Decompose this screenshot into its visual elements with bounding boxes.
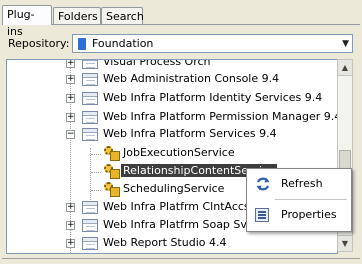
tree-item-job-execution-service[interactable]: JobExecutionService <box>7 145 337 162</box>
service-icon <box>103 181 120 197</box>
tree-item-web-infra-platform-services[interactable]: − Web Infra Platform Services 9.4 <box>7 126 337 143</box>
tree-item-visual-process-orch[interactable]: + Visual Process Orch <box>7 59 337 71</box>
menu-item-refresh[interactable]: Refresh <box>247 171 349 197</box>
tab-folders[interactable]: Folders <box>53 7 101 24</box>
tree-item-label: Web Infra Platform Services 9.4 <box>103 127 277 140</box>
expand-icon[interactable]: + <box>66 75 75 84</box>
tree-item-label: Web Administration Console 9.4 <box>103 72 280 85</box>
refresh-icon <box>256 177 270 191</box>
repository-value: Foundation <box>92 37 154 50</box>
tree-item-web-administration-console[interactable]: + Web Administration Console 9.4 <box>7 71 337 88</box>
folder-icon <box>82 60 98 69</box>
folder-icon <box>82 201 98 214</box>
tree-item-web-report-studio[interactable]: + Web Report Studio 4.4 <box>7 235 337 252</box>
repository-icon <box>78 38 86 50</box>
expand-icon[interactable]: + <box>66 113 75 122</box>
tree-item-label: Web Infra Platform Permission Manager 9.… <box>103 110 338 123</box>
tree-item-label: Web Infra Platform Identity Services 9.4 <box>103 91 323 104</box>
scroll-down-icon[interactable]: ▼ <box>338 235 352 251</box>
tree-guide-line <box>91 154 101 155</box>
folder-icon <box>82 128 98 141</box>
properties-icon <box>255 208 269 222</box>
panel-divider <box>2 258 360 259</box>
tree-item-label: Web Infra Platfrm ClntAccss 9 <box>103 200 266 213</box>
tab-search[interactable]: Search <box>101 7 144 24</box>
menu-separator <box>275 199 347 200</box>
tree-item-web-infra-platform-identity-services[interactable]: + Web Infra Platform Identity Services 9… <box>7 90 337 107</box>
tree-item-label: SchedulingService <box>123 182 225 195</box>
tree-guide-line <box>91 172 101 173</box>
service-icon <box>103 163 120 179</box>
expand-icon[interactable]: + <box>66 60 75 68</box>
menu-item-label: Refresh <box>281 177 323 190</box>
tree-item-web-infra-platform-permission-manager[interactable]: + Web Infra Platform Permission Manager … <box>7 109 337 126</box>
collapse-icon[interactable]: − <box>66 130 75 139</box>
expand-icon[interactable]: + <box>66 94 75 103</box>
menu-item-label: Properties <box>281 208 337 221</box>
tab-panel-border <box>2 24 360 25</box>
folder-icon <box>82 237 98 250</box>
tree-item-label: Web Infra Platfrm Soap Svcs 9 <box>103 218 270 231</box>
tab-plug-ins[interactable]: Plug-ins <box>2 5 52 38</box>
expand-icon[interactable]: + <box>66 203 75 212</box>
folder-icon <box>82 219 98 232</box>
folder-icon <box>82 73 98 86</box>
repository-select[interactable]: Foundation ▼ <box>72 34 353 53</box>
menu-item-properties[interactable]: Properties <box>247 202 349 228</box>
service-icon <box>103 145 120 161</box>
expand-icon[interactable]: + <box>66 239 75 248</box>
scroll-up-icon[interactable]: ▲ <box>338 60 352 76</box>
tree-item-label: Visual Process Orch <box>103 59 211 68</box>
expand-icon[interactable]: + <box>66 221 75 230</box>
folder-icon <box>82 92 98 105</box>
folder-icon <box>82 111 98 124</box>
tree-item-label: Web Report Studio 4.4 <box>103 236 227 249</box>
tree-item-label: JobExecutionService <box>123 146 235 159</box>
context-menu: Refresh Properties <box>246 168 352 232</box>
tree-guide-line <box>91 190 101 191</box>
chevron-down-icon[interactable]: ▼ <box>342 39 349 49</box>
